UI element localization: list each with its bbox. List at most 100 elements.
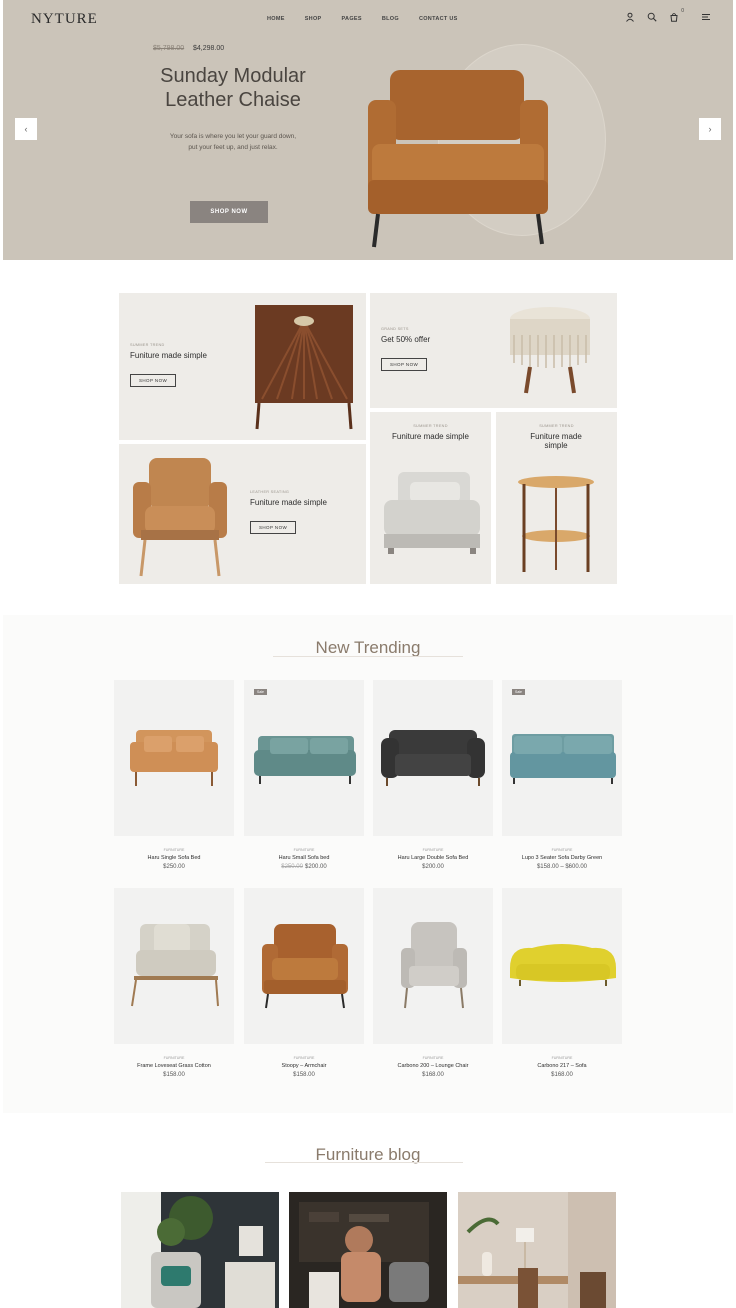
product-image[interactable] (373, 680, 493, 836)
hero-title-line2: Leather Chaise (165, 89, 301, 111)
product-image[interactable] (502, 888, 622, 1044)
chesterfield-sofa-image (381, 730, 485, 786)
product-image[interactable] (244, 888, 364, 1044)
tile-kicker: SUMMER TREND (539, 424, 574, 428)
product-current-price: $158.00 (163, 1072, 185, 1078)
trending-title: New Trending (315, 638, 421, 657)
product-category: FURNITURE (293, 848, 315, 852)
site-logo[interactable]: NYTURE (31, 11, 98, 28)
nav-pages[interactable]: PAGES (342, 16, 362, 22)
product-name[interactable]: Haru Small Sofa bed (244, 855, 364, 861)
product-card[interactable]: FURNITURE Carbono 200 – Lounge Chair $16… (373, 888, 493, 1078)
hero-title-line1: Sunday Modular (160, 65, 306, 87)
tile-text: SUMMER TREND Funiture made simple SHOP N… (130, 343, 207, 387)
product-name[interactable]: Haru Large Double Sofa Bed (373, 855, 493, 861)
product-name[interactable]: Haru Single Sofa Bed (114, 855, 234, 861)
teal-sofa-image (254, 736, 356, 784)
product-card[interactable]: FURNITURE Frame Loveseat Grass Cotton $1… (114, 888, 234, 1078)
product-card[interactable]: FURNITURE Haru Single Sofa Bed $250.00 (114, 680, 234, 870)
trending-title-underline (273, 656, 463, 657)
product-card[interactable]: FURNITURE Haru Large Double Sofa Bed $20… (373, 680, 493, 870)
lounge-chair-image (401, 922, 467, 1009)
hero-shop-now-button[interactable]: SHOP NOW (190, 201, 268, 223)
tile-text: SUMMER TREND Funiture made simple (496, 424, 617, 450)
product-category: FURNITURE (422, 1056, 444, 1060)
side-table-image (518, 476, 594, 572)
tile-text: SUMMER TREND Funiture made simple (370, 424, 491, 441)
tile-title: Funiture made simple (130, 351, 207, 360)
product-image[interactable] (114, 888, 234, 1044)
header-icons: 0 (625, 8, 711, 22)
product-name[interactable]: Lupo 3 Seater Sofa Darby Green (502, 855, 622, 861)
tan-armchair-image (133, 458, 227, 577)
tile-kicker: GRAND SETS (381, 327, 409, 331)
blog-post-card[interactable] (289, 1192, 447, 1308)
hero-leather-chair-image (368, 70, 548, 248)
next-slide-arrow[interactable]: › (699, 118, 721, 140)
tile-shop-now-button[interactable]: SHOP NOW (130, 374, 177, 387)
product-name[interactable]: Stoopy – Armchair (244, 1063, 364, 1069)
loveseat-image (131, 924, 219, 1007)
cart-icon[interactable]: 0 (669, 8, 684, 22)
product-current-price: $200.00 (305, 864, 327, 870)
product-card[interactable]: Sale FURNITURE Haru Small Sofa bed $250.… (244, 680, 364, 870)
blog-title-underline (265, 1162, 463, 1163)
grey-chaise-image (384, 472, 480, 554)
cabinet-image (255, 305, 353, 430)
product-name[interactable]: Carbono 217 – Sofa (502, 1063, 622, 1069)
nav-blog[interactable]: BLOG (382, 16, 399, 22)
product-price: $158.00 – $600.00 (502, 864, 622, 870)
nav-home[interactable]: HOME (267, 16, 285, 22)
tile-title: Funiture made simple (250, 498, 327, 507)
tile-title: Funiture made simple (530, 432, 582, 450)
yellow-sofa-image (510, 944, 616, 986)
tile-text: GRAND SETS Get 50% offer SHOP NOW (381, 327, 430, 371)
user-icon[interactable] (625, 12, 635, 22)
nav-shop[interactable]: SHOP (305, 16, 322, 22)
product-current-price: $158.00 (293, 1072, 315, 1078)
product-image[interactable]: Sale (244, 680, 364, 836)
product-card[interactable]: Sale FURNITURE Lupo 3 Seater Sofa Darby … (502, 680, 622, 870)
green-3-seater-sofa-image (510, 734, 616, 784)
category-tile-armchair[interactable]: LEATHER SEATING Funiture made simple SHO… (119, 444, 366, 584)
product-price: $158.00 (244, 1072, 364, 1078)
product-category: FURNITURE (422, 848, 444, 852)
tile-shop-now-button[interactable]: SHOP NOW (250, 521, 297, 534)
tile-text: LEATHER SEATING Funiture made simple SHO… (250, 490, 327, 534)
hero-old-price: $5,798.00 (153, 45, 185, 52)
product-name[interactable]: Carbono 200 – Lounge Chair (373, 1063, 493, 1069)
blog-post-card[interactable] (121, 1192, 279, 1308)
category-tile-chaise[interactable]: SUMMER TREND Funiture made simple (370, 412, 491, 584)
product-price: $250.00 $200.00 (244, 864, 364, 870)
category-tile-side-table[interactable]: SUMMER TREND Funiture made simple (496, 412, 617, 584)
blog-image-desk (458, 1192, 616, 1308)
menu-icon[interactable] (701, 12, 711, 22)
tile-title: Get 50% offer (381, 335, 431, 344)
hero-subtitle-line1: Your sofa is where you let your guard do… (169, 133, 297, 140)
product-price: $168.00 (502, 1072, 622, 1078)
blog-post-card[interactable] (458, 1192, 616, 1308)
tile-shop-now-button[interactable]: SHOP NOW (381, 358, 428, 371)
nav-contact[interactable]: CONTACT US (419, 16, 458, 22)
product-name[interactable]: Frame Loveseat Grass Cotton (114, 1063, 234, 1069)
product-card[interactable]: FURNITURE Carbono 217 – Sofa $168.00 (502, 888, 622, 1078)
product-price: $200.00 (373, 864, 493, 870)
product-image[interactable] (114, 680, 234, 836)
category-tile-pouf[interactable]: GRAND SETS Get 50% offer SHOP NOW (370, 293, 617, 408)
product-category: FURNITURE (163, 848, 185, 852)
blog-image-reading (289, 1192, 447, 1308)
tile-kicker: SUMMER TREND (130, 343, 165, 347)
product-image[interactable]: Sale (502, 680, 622, 836)
product-image[interactable] (373, 888, 493, 1044)
product-old-price: $250.00 (281, 864, 303, 870)
blog-image-living-room (121, 1192, 279, 1308)
product-current-price: $250.00 (163, 864, 185, 870)
product-current-price: $168.00 (422, 1072, 444, 1078)
product-card[interactable]: FURNITURE Stoopy – Armchair $158.00 (244, 888, 364, 1078)
product-price: $250.00 (114, 864, 234, 870)
search-icon[interactable] (647, 12, 657, 22)
product-category: FURNITURE (551, 1056, 573, 1060)
prev-slide-arrow[interactable]: ‹ (15, 118, 37, 140)
trending-section (3, 615, 733, 1113)
category-tile-cabinet[interactable]: SUMMER TREND Funiture made simple SHOP N… (119, 293, 366, 440)
